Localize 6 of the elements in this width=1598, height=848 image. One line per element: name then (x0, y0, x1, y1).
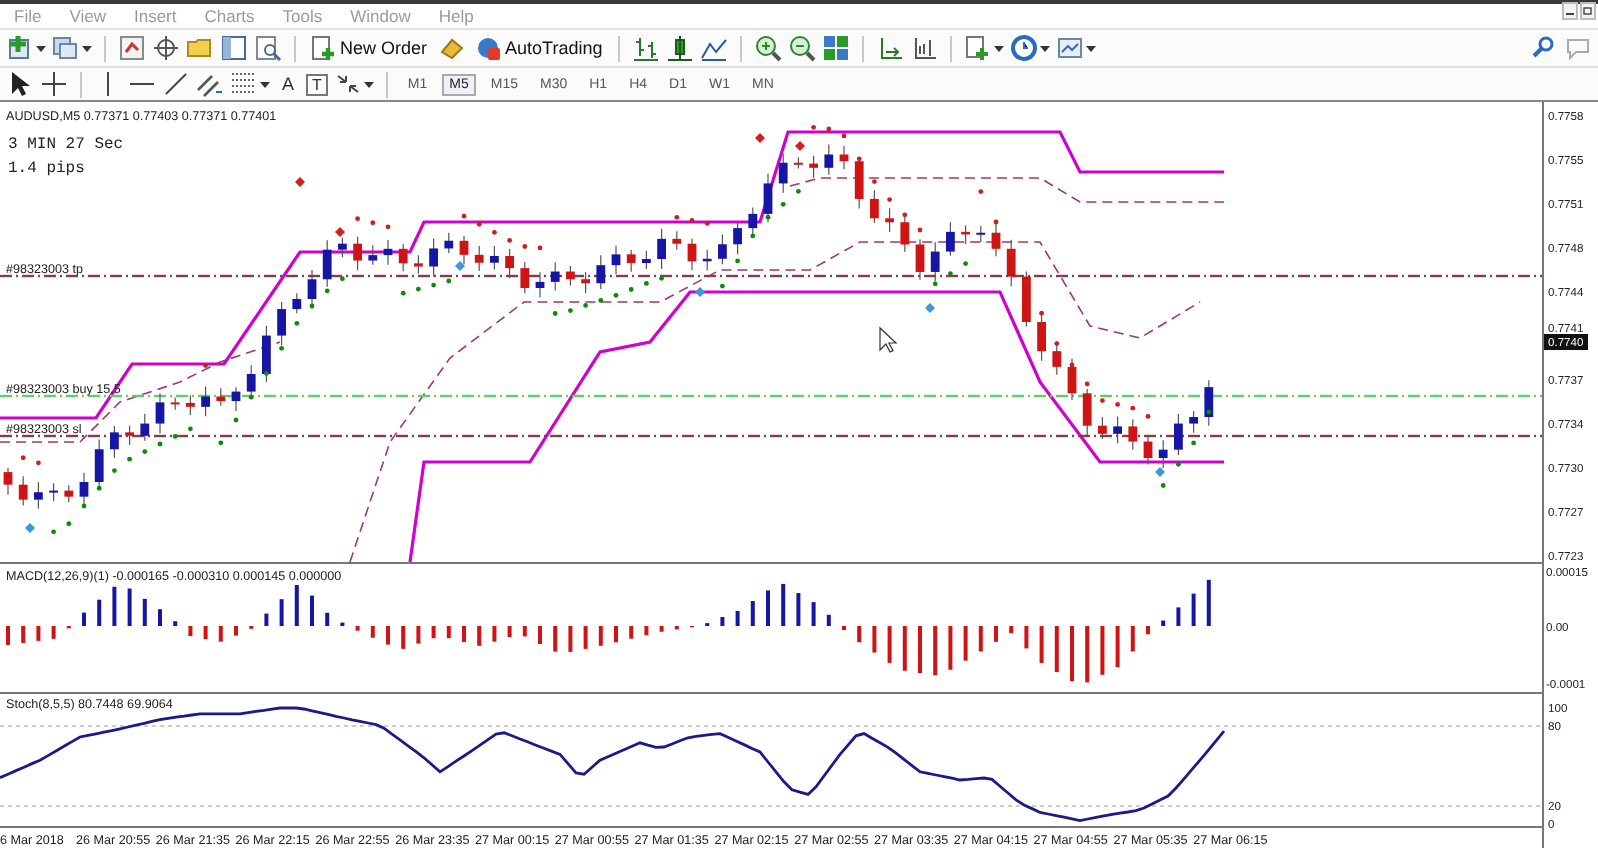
text-tool[interactable]: A (276, 74, 301, 94)
spread-text: 1.4 pips (8, 160, 85, 178)
new-order-button[interactable]: New Order (308, 32, 432, 64)
candle-timer: 3 MIN 27 Sec (8, 136, 124, 154)
autotrading-button[interactable]: AutoTrading (471, 32, 607, 64)
text-label-tool[interactable]: T (306, 73, 328, 95)
